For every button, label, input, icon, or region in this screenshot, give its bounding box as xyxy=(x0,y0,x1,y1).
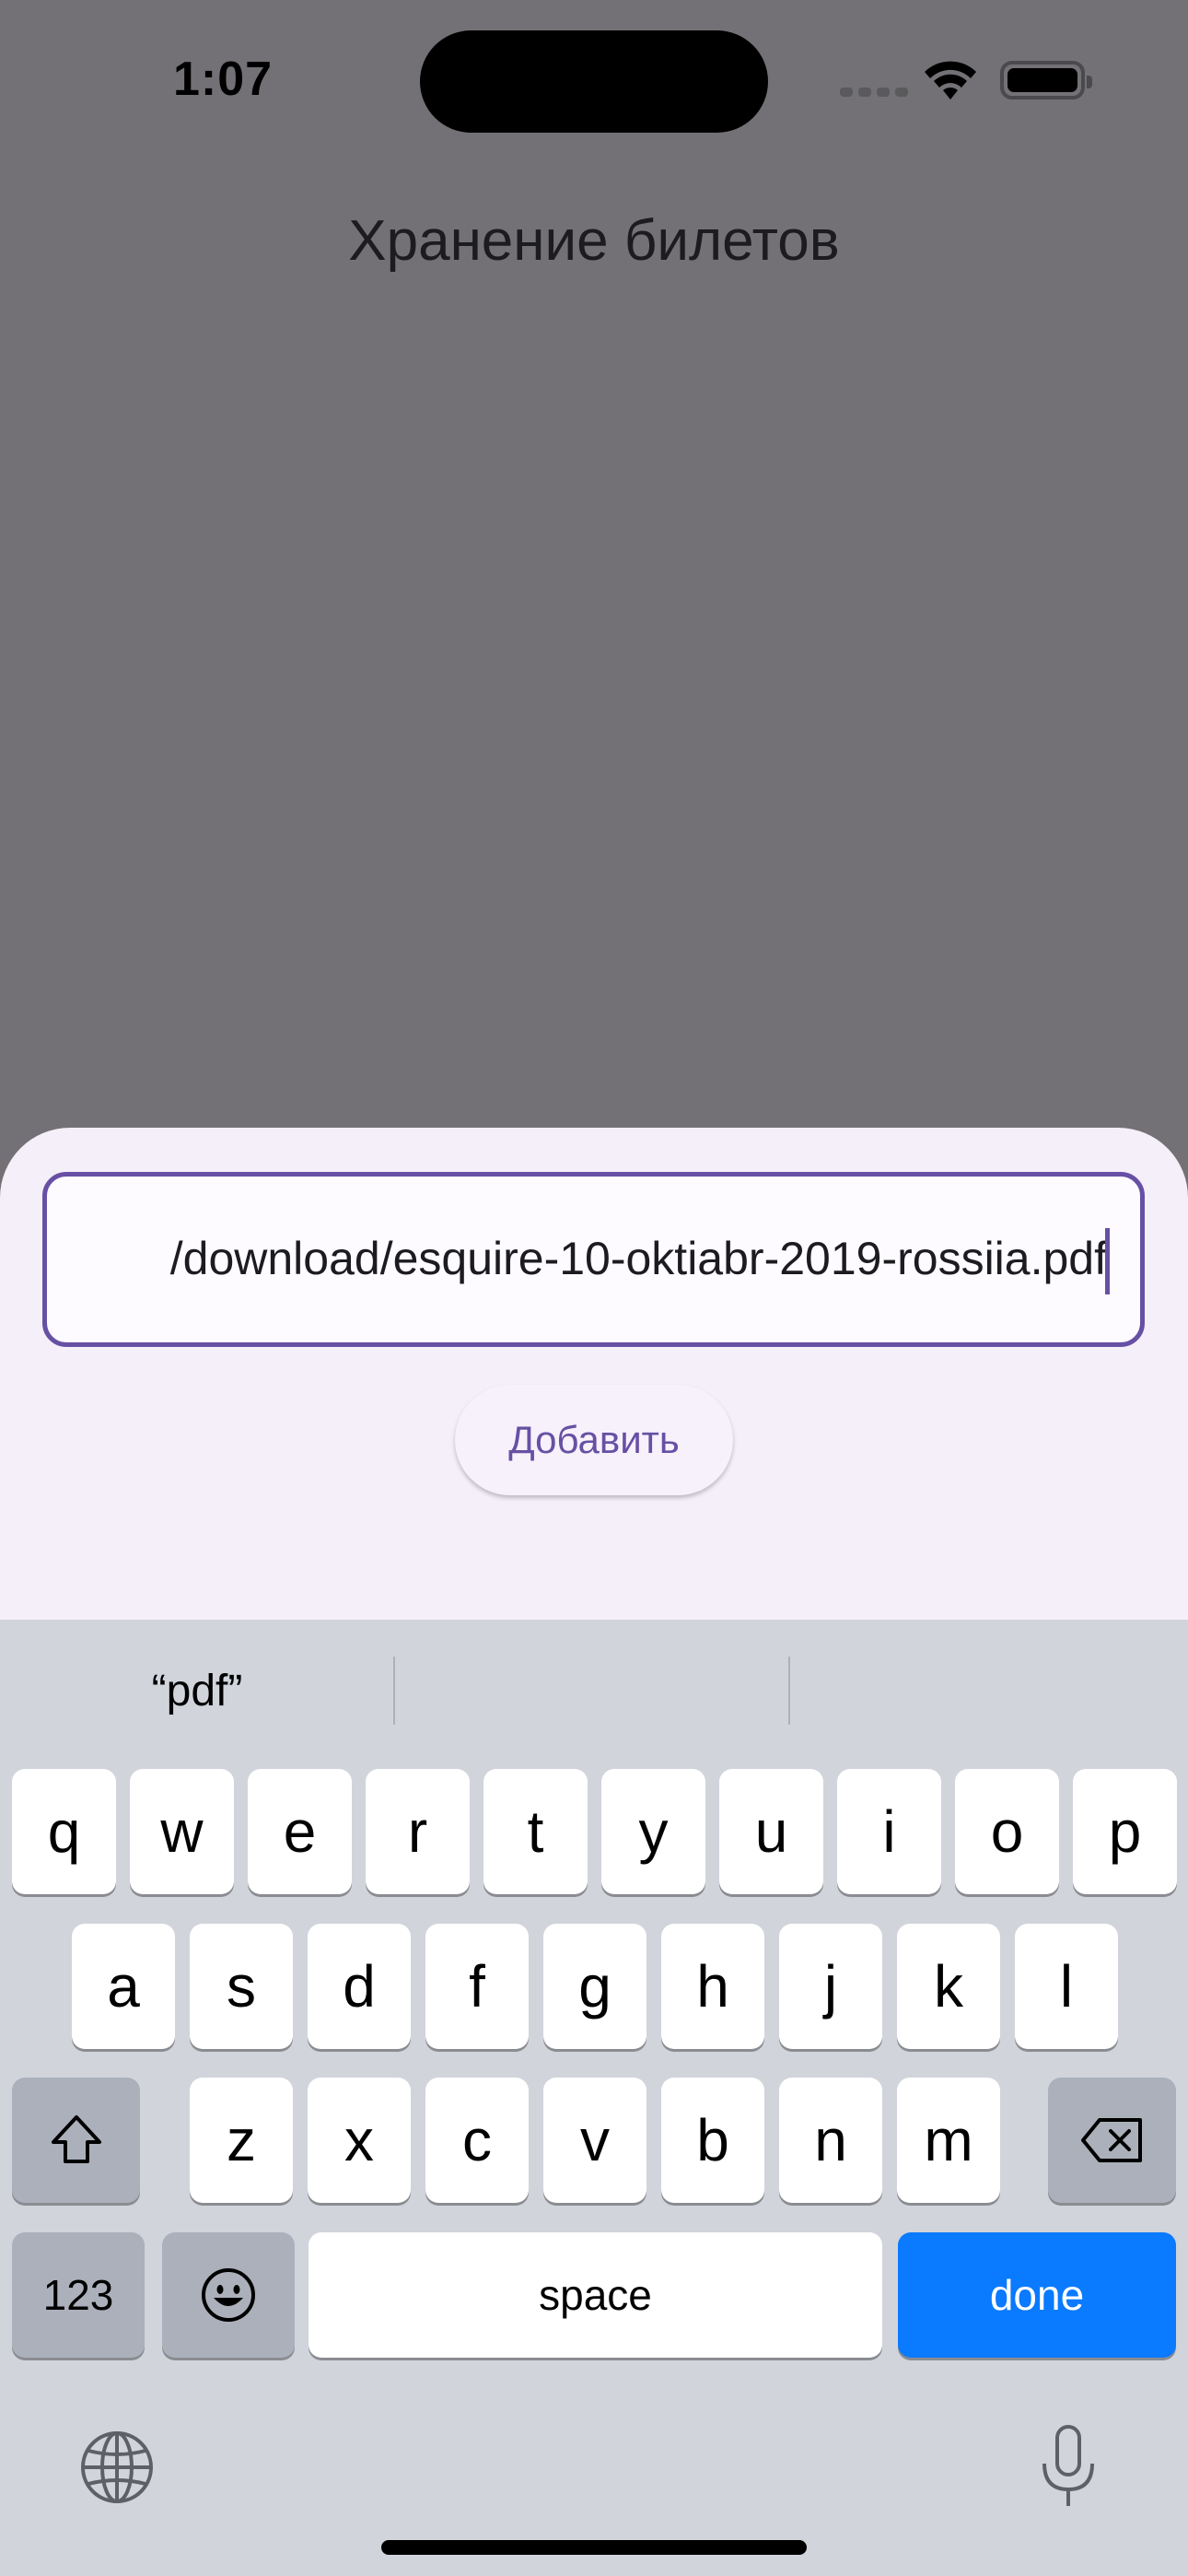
status-bar: 1:07 xyxy=(0,0,1188,157)
key-u[interactable]: u xyxy=(719,1769,823,1894)
key-r[interactable]: r xyxy=(366,1769,470,1894)
suggestion-divider xyxy=(788,1657,790,1725)
microphone-icon[interactable] xyxy=(1035,2423,1101,2512)
emoji-icon xyxy=(202,2268,255,2322)
key-t[interactable]: t xyxy=(483,1769,588,1894)
key-b[interactable]: b xyxy=(661,2078,764,2203)
suggestion-bar: “pdf” xyxy=(0,1620,1188,1762)
key-m[interactable]: m xyxy=(897,2078,1000,2203)
battery-icon xyxy=(1000,61,1092,100)
key-i[interactable]: i xyxy=(837,1769,941,1894)
add-button[interactable]: Добавить xyxy=(455,1385,733,1495)
key-k[interactable]: k xyxy=(897,1924,1000,2049)
suggestion-divider xyxy=(393,1657,395,1725)
key-y[interactable]: y xyxy=(601,1769,705,1894)
key-h[interactable]: h xyxy=(661,1924,764,2049)
space-key[interactable]: space xyxy=(309,2232,882,2358)
key-j[interactable]: j xyxy=(779,1924,882,2049)
key-n[interactable]: n xyxy=(779,2078,882,2203)
emoji-key[interactable] xyxy=(162,2232,295,2358)
key-f[interactable]: f xyxy=(425,1924,529,2049)
url-input[interactable]: /download/esquire-10-oktiabr-2019-rossii… xyxy=(42,1172,1145,1347)
keyboard: “pdf” q w e r t y u i o p a s d f g h j … xyxy=(0,1620,1188,2576)
key-e[interactable]: e xyxy=(248,1769,352,1894)
key-c[interactable]: c xyxy=(425,2078,529,2203)
backspace-key[interactable] xyxy=(1048,2078,1176,2203)
cellular-signal-icon xyxy=(840,85,914,101)
text-cursor xyxy=(1105,1228,1110,1294)
key-a[interactable]: a xyxy=(72,1924,175,2049)
key-g[interactable]: g xyxy=(543,1924,646,2049)
home-indicator xyxy=(381,2540,807,2555)
backspace-icon xyxy=(1080,2118,1142,2162)
key-z[interactable]: z xyxy=(190,2078,293,2203)
numbers-key[interactable]: 123 xyxy=(12,2232,145,2358)
suggestion-item[interactable]: “pdf” xyxy=(0,1666,394,1716)
page-title: Хранение билетов xyxy=(348,209,840,273)
key-p[interactable]: p xyxy=(1073,1769,1177,1894)
url-input-value: /download/esquire-10-oktiabr-2019-rossii… xyxy=(169,1233,1107,1284)
shift-key[interactable] xyxy=(12,2078,140,2203)
status-time: 1:07 xyxy=(173,53,274,106)
wifi-icon xyxy=(925,61,976,100)
key-s[interactable]: s xyxy=(190,1924,293,2049)
key-w[interactable]: w xyxy=(130,1769,234,1894)
key-q[interactable]: q xyxy=(12,1769,116,1894)
globe-icon[interactable] xyxy=(78,2429,156,2506)
key-v[interactable]: v xyxy=(543,2078,646,2203)
key-l[interactable]: l xyxy=(1015,1924,1118,2049)
dynamic-island xyxy=(420,30,768,133)
key-d[interactable]: d xyxy=(308,1924,411,2049)
key-x[interactable]: x xyxy=(308,2078,411,2203)
bottom-sheet: /download/esquire-10-oktiabr-2019-rossii… xyxy=(0,1128,1188,1680)
key-o[interactable]: o xyxy=(955,1769,1059,1894)
shift-icon xyxy=(51,2115,101,2163)
done-key[interactable]: done xyxy=(898,2232,1176,2358)
